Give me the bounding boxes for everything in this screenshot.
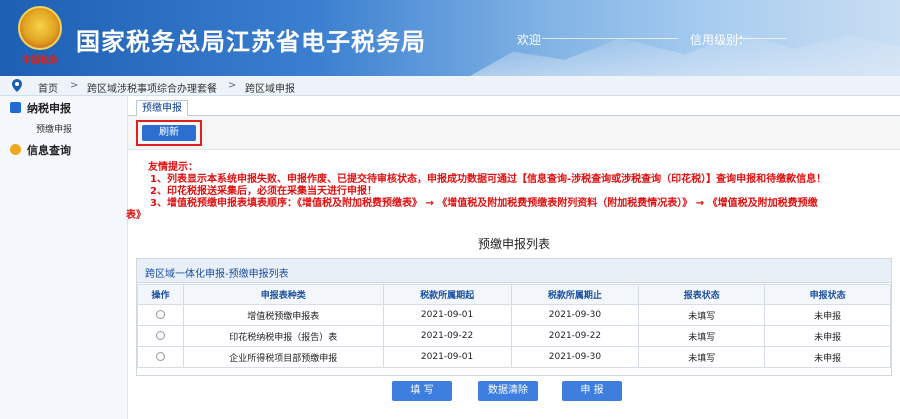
col-filing-status: 申报状态: [764, 284, 891, 305]
tips-line-3-tail: 表》: [126, 210, 146, 221]
cell-form-type: 企业所得税项目部预缴申报: [182, 346, 384, 368]
credit-level-value: [737, 38, 787, 39]
col-form-type: 申报表种类: [182, 284, 384, 305]
refresh-button[interactable]: 刷新: [142, 125, 196, 141]
list-title: 预缴申报列表: [477, 237, 550, 251]
cell-period-start: 2021-09-22: [382, 325, 512, 347]
breadcrumb: 首页 > 跨区域涉税事项综合办理套餐 > 跨区域申报: [0, 76, 900, 96]
grid-icon: [10, 102, 21, 113]
site-title: 国家税务总局江苏省电子税务局: [76, 28, 426, 56]
table-row[interactable]: 企业所得税项目部预缴申报 2021-09-01 2021-09-30 未填写 未…: [137, 346, 891, 368]
sidebar-item-prepay-filing[interactable]: 预缴申报: [36, 122, 72, 135]
welcome-user-name: [542, 38, 678, 39]
tips-notice: 友情提示： 1、列表显示本系统申报失败、申报作废、已提交待审核状态，申报成功数据…: [126, 162, 898, 221]
emblem-text: 中国税务: [22, 56, 59, 66]
cell-filing-status: 未申报: [764, 346, 891, 368]
site-header: 中国税务 国家税务总局江苏省电子税务局 欢迎 信用级别：: [0, 0, 900, 76]
breadcrumb-separator: >: [70, 80, 79, 91]
cell-filing-status: 未申报: [764, 325, 891, 347]
breadcrumb-cross-region-package[interactable]: 跨区域涉税事项综合办理套餐: [87, 80, 217, 95]
cell-period-end: 2021-09-30: [510, 346, 640, 368]
tips-line-1: 1、列表显示本系统申报失败、申报作废、已提交待审核状态，申报成功数据可通过【信息…: [150, 174, 827, 185]
breadcrumb-home[interactable]: 首页: [38, 80, 58, 95]
filing-table: 操作 申报表种类 税款所属期起 税款所属期止 报表状态 申报状态 增值税预缴申报…: [137, 284, 891, 368]
cell-report-status: 未填写: [638, 346, 766, 368]
row-select-radio[interactable]: [155, 352, 165, 361]
col-period-end: 税款所属期止: [510, 284, 640, 305]
cell-form-type: 印花税纳税申报（报告）表: [182, 325, 384, 347]
tips-heading: 友情提示：: [148, 162, 198, 173]
cell-period-end: 2021-09-22: [510, 325, 640, 347]
action-bar: 填 写 数据清除 申 报: [128, 380, 900, 404]
breadcrumb-separator: >: [228, 80, 237, 91]
tax-emblem-icon: [18, 6, 62, 50]
breadcrumb-current: 跨区域申报: [245, 84, 295, 95]
fill-button[interactable]: 填 写: [392, 381, 452, 401]
panel-header: 跨区域一体化申报-预缴申报列表: [137, 259, 891, 283]
panel-title: 跨区域一体化申报-预缴申报列表: [145, 269, 289, 280]
cell-report-status: 未填写: [638, 325, 766, 347]
col-action: 操作: [137, 284, 184, 305]
tips-line-2: 2、印花税报送采集后，必须在采集当天进行申报！: [150, 186, 377, 197]
credit-level-label: 信用级别：: [690, 33, 751, 47]
filing-list-panel: 跨区域一体化申报-预缴申报列表 操作 申报表种类 税款所属期起 税款所属期止 报…: [136, 258, 892, 376]
sidebar-section-info-query[interactable]: 信息查询: [27, 142, 71, 158]
row-select-radio[interactable]: [155, 310, 165, 319]
col-period-start: 税款所属期起: [382, 284, 512, 305]
sidebar: 纳税申报 预缴申报 信息查询: [0, 96, 128, 419]
table-row[interactable]: 印花税纳税申报（报告）表 2021-09-22 2021-09-22 未填写 未…: [137, 325, 891, 347]
submit-filing-button[interactable]: 申 报: [562, 381, 622, 401]
clear-data-button[interactable]: 数据清除: [478, 381, 538, 401]
cell-period-start: 2021-09-01: [382, 346, 512, 368]
tips-line-3: 3、增值税预缴申报表填表顺序：《增值税及附加税费预缴表》 → 《增值税及附加税费…: [150, 198, 818, 209]
tab-prepay-filing[interactable]: 预缴申报: [136, 100, 188, 117]
refresh-highlight: 刷新: [136, 120, 202, 146]
col-report-status: 报表状态: [638, 284, 766, 305]
sidebar-section-tax-filing[interactable]: 纳税申报: [27, 100, 71, 116]
cell-period-end: 2021-09-30: [510, 304, 640, 326]
table-row[interactable]: 增值税预缴申报表 2021-09-01 2021-09-30 未填写 未申报: [137, 304, 891, 326]
cell-report-status: 未填写: [638, 304, 766, 326]
cell-filing-status: 未申报: [764, 304, 891, 326]
row-select-radio[interactable]: [155, 331, 165, 340]
tab-bar: 预缴申报: [128, 96, 900, 117]
cell-period-start: 2021-09-01: [382, 304, 512, 326]
welcome-label: 欢迎: [517, 33, 542, 47]
cell-form-type: 增值税预缴申报表: [182, 304, 384, 326]
location-pin-icon: [12, 79, 22, 92]
chat-bubble-icon: [10, 144, 21, 155]
toolbar: 刷新: [128, 116, 900, 150]
